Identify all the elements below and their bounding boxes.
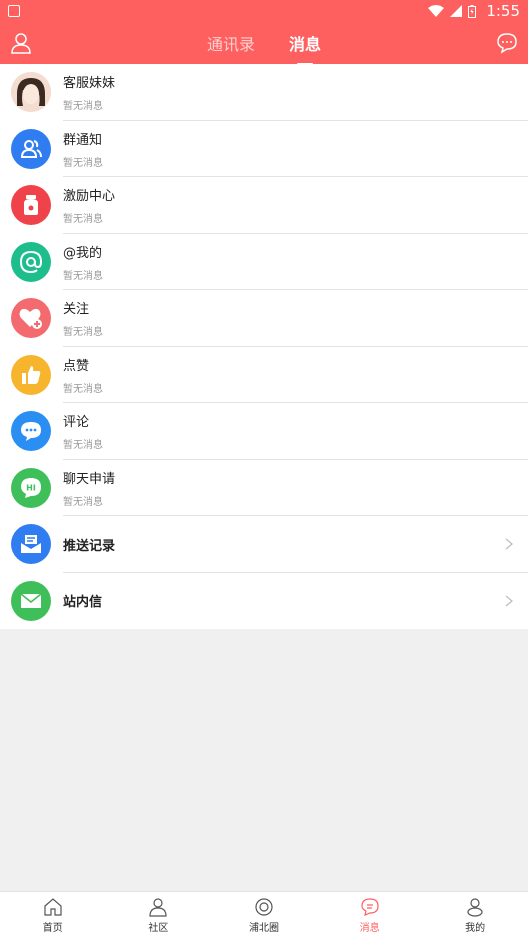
community-icon (149, 897, 167, 917)
chat-hi-icon: HI (11, 467, 51, 508)
list-item-follow[interactable]: 关注 暂无消息 (0, 290, 528, 347)
message-list: 客服妹妹 暂无消息 群通知 暂无消息 激励中心 暂无消息 @我的 暂无消息 关注… (0, 64, 528, 629)
mail-icon (11, 580, 51, 621)
item-title: 聊天申请 (63, 471, 116, 487)
tab-contacts[interactable]: 通讯录 (207, 27, 255, 59)
list-item-mentions[interactable]: @我的 暂无消息 (0, 234, 528, 291)
group-icon (11, 128, 51, 169)
nav-label: 我的 (465, 922, 486, 934)
top-bar: 通讯录 消息 (0, 22, 528, 64)
status-bar: 1:55 (0, 0, 528, 22)
nav-profile[interactable]: 我的 (422, 892, 528, 938)
nav-home[interactable]: 首页 (0, 892, 106, 938)
chevron-right-icon (505, 595, 513, 607)
list-item-inbox[interactable]: 站内信 (0, 573, 528, 630)
notification-icon (8, 5, 20, 17)
nav-label: 首页 (42, 922, 63, 934)
thumb-up-icon (11, 354, 51, 395)
heart-plus-icon (11, 298, 51, 339)
nav-circle[interactable]: 浦北圈 (211, 892, 317, 938)
comment-icon (11, 411, 51, 452)
list-item-group-notice[interactable]: 群通知 暂无消息 (0, 121, 528, 178)
item-title: 点赞 (63, 358, 90, 374)
header-tabs: 通讯录 消息 (207, 27, 321, 59)
nav-label: 浦北圈 (248, 922, 279, 934)
item-title: 站内信 (63, 595, 103, 611)
item-subtitle: 暂无消息 (63, 440, 103, 452)
list-item-comments[interactable]: 评论 暂无消息 (0, 403, 528, 460)
item-subtitle: 暂无消息 (63, 383, 103, 395)
item-title: @我的 (63, 245, 103, 261)
list-item-likes[interactable]: 点赞 暂无消息 (0, 347, 528, 404)
chevron-right-icon (505, 538, 513, 550)
item-subtitle: 暂无消息 (63, 214, 103, 226)
clock: 1:55 (486, 2, 520, 20)
battery-icon (468, 4, 477, 18)
message-icon (360, 897, 379, 916)
item-subtitle: 暂无消息 (63, 496, 103, 508)
item-title: 推送记录 (63, 538, 116, 554)
item-title: 关注 (63, 302, 90, 318)
svg-text:HI: HI (26, 483, 36, 492)
at-icon (11, 241, 51, 282)
list-item-customer-service[interactable]: 客服妹妹 暂无消息 (0, 64, 528, 121)
home-icon (44, 897, 62, 916)
contacts-user-icon[interactable] (10, 32, 32, 54)
list-item-push-record[interactable]: 推送记录 (0, 516, 528, 573)
item-title: 群通知 (63, 132, 103, 148)
item-subtitle: 暂无消息 (63, 157, 103, 169)
chat-bubble-icon[interactable] (496, 32, 518, 54)
push-record-icon (11, 524, 51, 565)
customer-service-avatar (11, 72, 51, 113)
wifi-icon (428, 5, 445, 17)
signal-icon (450, 5, 463, 17)
list-item-chat-request[interactable]: HI 聊天申请 暂无消息 (0, 460, 528, 517)
profile-icon (467, 897, 483, 917)
nav-community[interactable]: 社区 (106, 892, 212, 938)
item-subtitle: 暂无消息 (63, 101, 103, 113)
bottom-nav: 首页 社区 浦北圈 消息 我的 (0, 891, 528, 938)
nav-messages[interactable]: 消息 (317, 892, 423, 938)
nav-label: 社区 (148, 922, 169, 934)
item-title: 评论 (63, 415, 90, 431)
item-title: 客服妹妹 (63, 76, 116, 92)
circle-icon (255, 897, 273, 916)
nav-label: 消息 (359, 922, 380, 934)
item-title: 激励中心 (63, 189, 116, 205)
reward-bag-icon (11, 185, 51, 226)
item-subtitle: 暂无消息 (63, 327, 103, 339)
list-item-reward-center[interactable]: 激励中心 暂无消息 (0, 177, 528, 234)
item-subtitle: 暂无消息 (63, 270, 103, 282)
tab-messages[interactable]: 消息 (289, 27, 321, 59)
